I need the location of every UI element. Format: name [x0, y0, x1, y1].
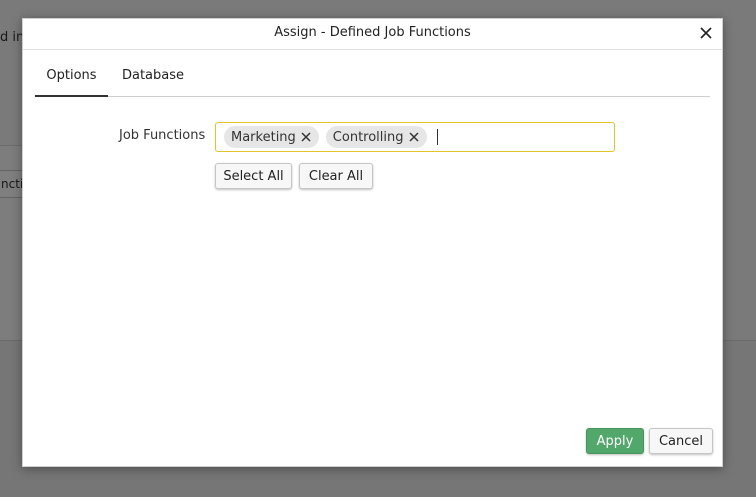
job-functions-tag-input[interactable]: Marketing Controlling	[215, 122, 615, 152]
tag-controlling: Controlling	[325, 126, 427, 148]
text-cursor	[436, 129, 438, 145]
job-functions-text-input[interactable]	[444, 127, 614, 147]
close-button[interactable]	[696, 23, 716, 43]
remove-tag-marketing-button[interactable]	[299, 130, 313, 144]
tab-database[interactable]: Database	[113, 59, 193, 95]
tag-label: Controlling	[332, 129, 404, 145]
tag-label: Marketing	[231, 129, 296, 145]
apply-button[interactable]: Apply	[586, 428, 644, 454]
tab-options[interactable]: Options	[35, 59, 108, 97]
tag-marketing: Marketing	[224, 126, 319, 148]
select-all-button[interactable]: Select All	[215, 163, 292, 189]
close-icon	[700, 27, 712, 39]
close-icon	[301, 132, 311, 142]
assign-job-functions-dialog: Assign - Defined Job Functions Options D…	[22, 18, 723, 467]
dialog-header: Assign - Defined Job Functions	[23, 19, 722, 50]
close-icon	[408, 132, 419, 142]
job-functions-label: Job Functions	[119, 128, 206, 143]
clear-all-button[interactable]: Clear All	[299, 163, 373, 189]
dialog-title: Assign - Defined Job Functions	[274, 25, 471, 40]
cancel-button[interactable]: Cancel	[649, 428, 713, 454]
tab-bar: Options Database	[35, 59, 710, 97]
remove-tag-controlling-button[interactable]	[407, 130, 421, 144]
